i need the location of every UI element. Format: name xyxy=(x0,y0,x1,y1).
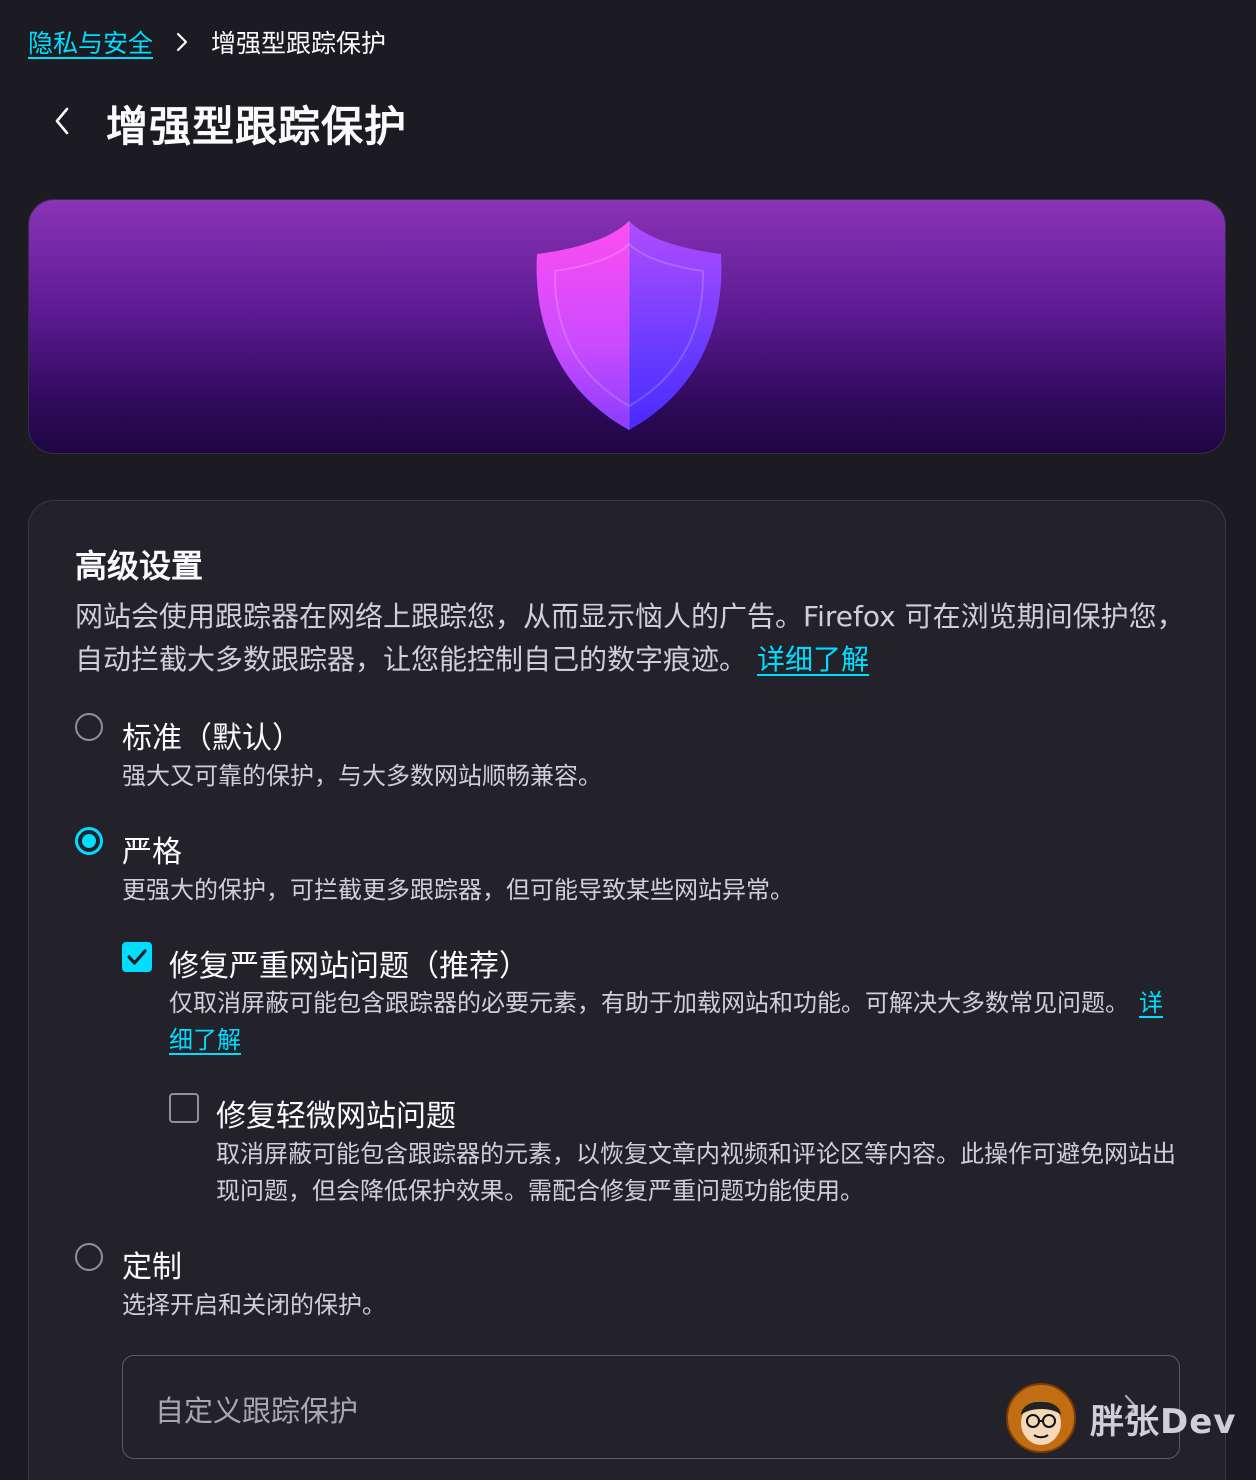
section-description: 网站会使用跟踪器在网络上跟踪您，从而显示恼人的广告。Firefox 可在浏览期间… xyxy=(75,595,1185,681)
watermark-text: 胖张Dev xyxy=(1090,1401,1237,1442)
fix-major-label[interactable]: 修复严重网站问题（推荐） xyxy=(169,941,529,985)
watermark: 胖张Dev xyxy=(1006,1383,1236,1453)
breadcrumb-privacy-link[interactable]: 隐私与安全 xyxy=(28,24,153,60)
fix-major-description: 仅取消屏蔽可能包含跟踪器的必要元素，有助于加载网站和功能。可解决大多数常见问题。… xyxy=(169,985,1169,1059)
section-description-text: 网站会使用跟踪器在网络上跟踪您，从而显示恼人的广告。Firefox 可在浏览期间… xyxy=(75,600,1185,676)
option-strict-description: 更强大的保护，可拦截更多跟踪器，但可能导致某些网站异常。 xyxy=(122,876,794,904)
learn-more-link[interactable]: 详细了解 xyxy=(757,643,869,676)
page-title: 增强型跟踪保护 xyxy=(106,101,408,151)
fix-minor-checkbox[interactable] xyxy=(169,1093,199,1123)
checkmark-icon xyxy=(122,942,152,972)
radio-custom[interactable] xyxy=(75,1243,103,1271)
breadcrumb-current: 增强型跟踪保护 xyxy=(211,29,387,58)
avatar xyxy=(1006,1383,1076,1453)
option-strict-label[interactable]: 严格 xyxy=(122,827,182,871)
hero-banner xyxy=(28,199,1226,454)
shield-icon xyxy=(529,216,729,440)
chevron-right-icon xyxy=(175,31,189,53)
breadcrumb: 隐私与安全 增强型跟踪保护 xyxy=(28,22,386,62)
radio-strict[interactable] xyxy=(75,827,103,855)
chevron-left-icon xyxy=(53,106,71,140)
option-custom-label[interactable]: 定制 xyxy=(122,1242,182,1286)
custom-tracking-protection-label: 自定义跟踪保护 xyxy=(155,1394,359,1428)
page-header: 增强型跟踪保护 xyxy=(44,88,407,158)
advanced-settings-card: 高级设置 网站会使用跟踪器在网络上跟踪您，从而显示恼人的广告。Firefox 可… xyxy=(28,500,1226,1480)
fix-major-description-text: 仅取消屏蔽可能包含跟踪器的必要元素，有助于加载网站和功能。可解决大多数常见问题。 xyxy=(169,989,1129,1017)
back-button[interactable] xyxy=(44,101,80,145)
fix-minor-label[interactable]: 修复轻微网站问题 xyxy=(216,1091,456,1135)
option-standard-description: 强大又可靠的保护，与大多数网站顺畅兼容。 xyxy=(122,762,602,790)
radio-standard[interactable] xyxy=(75,713,103,741)
option-custom-description: 选择开启和关闭的保护。 xyxy=(122,1291,386,1319)
section-title: 高级设置 xyxy=(75,547,204,585)
page: 隐私与安全 增强型跟踪保护 增强型跟踪保护 高级设置 网站会使用跟踪器在网络上跟… xyxy=(0,0,1256,1480)
fix-minor-description: 取消屏蔽可能包含跟踪器的元素，以恢复文章内视频和评论区等内容。此操作可避免网站出… xyxy=(216,1140,1176,1205)
option-standard-label[interactable]: 标准（默认） xyxy=(122,713,302,757)
fix-major-checkbox[interactable] xyxy=(122,942,152,972)
